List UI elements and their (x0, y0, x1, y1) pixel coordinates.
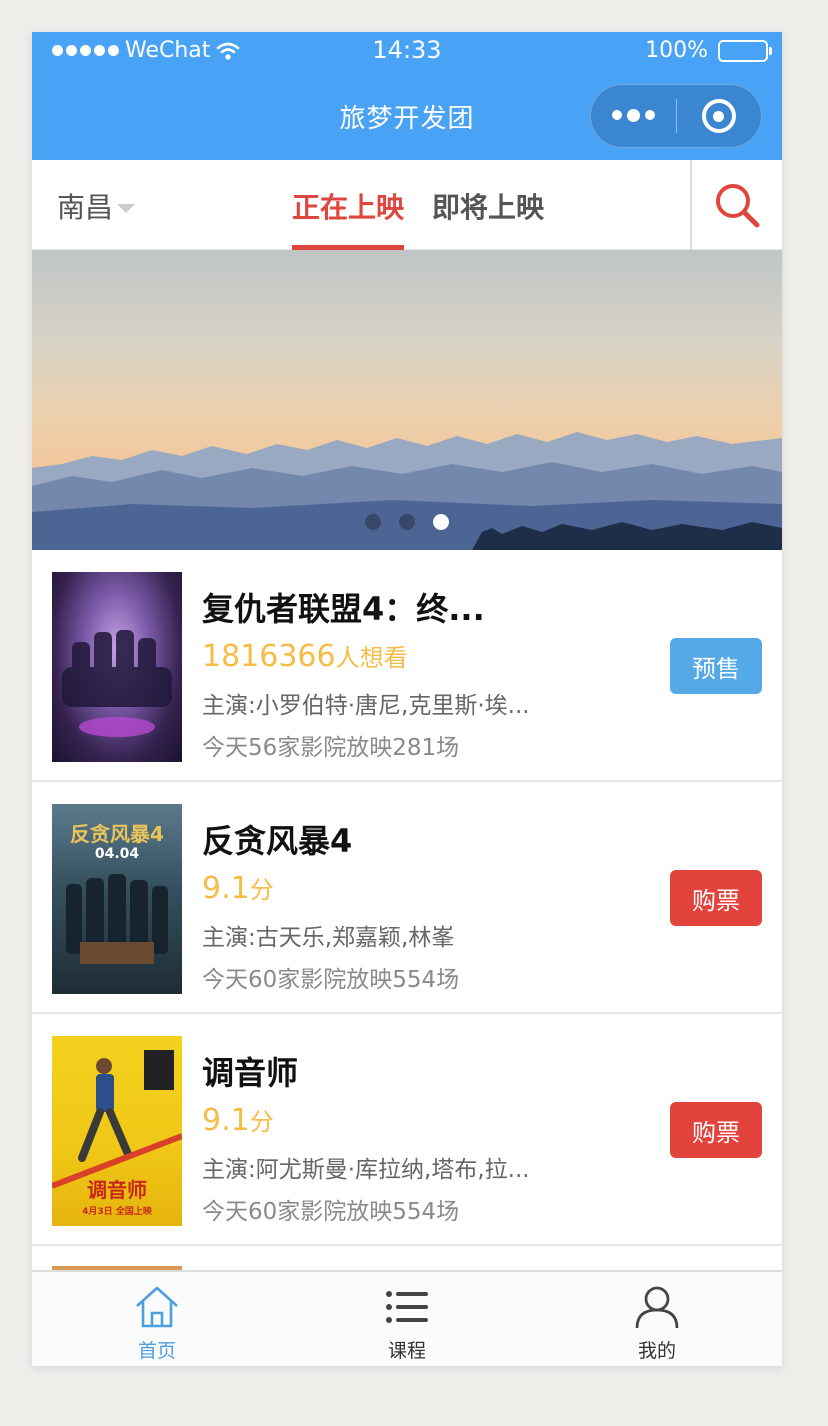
search-button[interactable] (690, 160, 782, 250)
battery-status: 100% (645, 38, 772, 63)
tab-now-showing[interactable]: 正在上映 (292, 186, 405, 250)
top-bar: WeChat 14:33 100% 旅梦开发团 (32, 32, 782, 160)
buy-ticket-button[interactable]: 购票 (670, 1102, 762, 1158)
carousel-dot[interactable] (365, 514, 381, 530)
poster-art (66, 874, 168, 964)
score-unit: 分 (249, 1108, 274, 1136)
movie-list: 复仇者联盟4：终... 1816366人想看 主演:小罗伯特·唐尼,克里斯·埃.… (32, 550, 782, 1286)
score-unit: 分 (249, 876, 274, 904)
movie-item[interactable]: 反贪风暴4 04.04 反贪风暴4 9.1分 主演:古天乐,郑嘉颖,林峯 今天6… (32, 782, 782, 1014)
carousel-indicators (32, 514, 782, 530)
movie-cast: 主演:小罗伯特·唐尼,克里斯·埃... (202, 693, 530, 719)
list-icon (386, 1291, 428, 1323)
movie-wish-count: 1816366人想看 (202, 638, 408, 674)
buy-ticket-button[interactable]: 购票 (670, 870, 762, 926)
more-icon[interactable] (591, 109, 676, 122)
poster-art (62, 630, 172, 737)
nav-item-profile[interactable]: 我的 (532, 1272, 782, 1366)
presale-button[interactable]: 预售 (670, 638, 762, 694)
movie-title: 复仇者联盟4：终... (202, 590, 485, 628)
score-number: 9.1 (202, 1103, 250, 1138)
movie-poster (52, 572, 182, 762)
filter-bar: 南昌 正在上映 即将上映 (32, 160, 782, 250)
nav-label: 首页 (137, 1340, 176, 1362)
city-selector[interactable]: 南昌 (57, 186, 136, 226)
battery-icon (718, 39, 772, 62)
wish-unit: 人想看 (335, 644, 408, 672)
movie-score: 9.1分 (202, 1102, 274, 1138)
banner-image (32, 432, 782, 550)
battery-percent: 100% (645, 38, 708, 63)
tab-coming-soon[interactable]: 即将上映 (432, 186, 544, 250)
close-miniprogram-button[interactable] (677, 99, 761, 133)
movie-score: 9.1分 (202, 870, 274, 906)
score-number: 9.1 (202, 871, 250, 906)
movie-item[interactable]: 复仇者联盟4：终... 1816366人想看 主演:小罗伯特·唐尼,克里斯·埃.… (32, 550, 782, 782)
movie-showings: 今天60家影院放映554场 (202, 967, 460, 993)
home-icon (136, 1286, 178, 1328)
user-icon (635, 1286, 679, 1329)
search-icon (716, 184, 760, 228)
carousel-dot[interactable] (399, 514, 415, 530)
nav-label: 我的 (637, 1340, 676, 1362)
movie-poster: 调音师 4月3日 全国上映 (52, 1036, 182, 1226)
miniprogram-capsule (590, 84, 762, 148)
phone-screen: WeChat 14:33 100% 旅梦开发团 南昌 正在上映 即将上映 复仇者… (32, 32, 782, 1366)
movie-showings: 今天56家影院放映281场 (202, 735, 460, 761)
movie-title: 反贪风暴4 (202, 822, 353, 860)
carousel-dot-active[interactable] (433, 514, 449, 530)
poster-title: 调音师 (87, 1178, 147, 1202)
movie-cast: 主演:古天乐,郑嘉颖,林峯 (202, 925, 455, 951)
status-bar: WeChat 14:33 100% (32, 32, 782, 72)
wish-number: 1816366 (202, 639, 336, 674)
banner-carousel[interactable] (32, 250, 782, 550)
nav-item-courses[interactable]: 课程 (282, 1272, 532, 1366)
bottom-nav: 首页 课程 我的 (32, 1270, 782, 1366)
nav-label: 课程 (387, 1340, 426, 1362)
movie-showings: 今天60家影院放映554场 (202, 1199, 460, 1225)
city-label: 南昌 (57, 191, 114, 224)
movie-cast: 主演:阿尤斯曼·库拉纳,塔布,拉... (202, 1157, 530, 1183)
movie-item[interactable]: 调音师 4月3日 全国上映 调音师 9.1分 主演:阿尤斯曼·库拉纳,塔布,拉.… (32, 1014, 782, 1246)
movie-poster: 反贪风暴4 04.04 (52, 804, 182, 994)
poster-date: 4月3日 全国上映 (82, 1207, 152, 1217)
nav-item-home[interactable]: 首页 (32, 1272, 282, 1366)
dropdown-arrow-icon (117, 203, 136, 213)
movie-title: 调音师 (202, 1054, 299, 1092)
target-icon (701, 99, 736, 133)
